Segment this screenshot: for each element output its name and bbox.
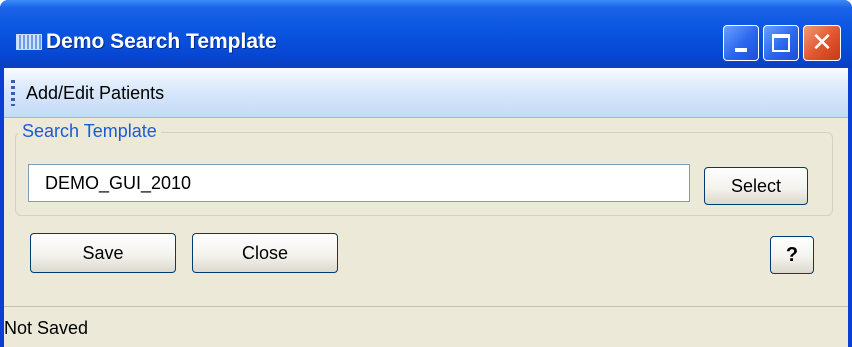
- maximize-icon: [772, 34, 790, 52]
- close-button[interactable]: Close: [192, 233, 338, 273]
- close-window-button[interactable]: ✕: [803, 25, 841, 61]
- save-button[interactable]: Save: [30, 233, 176, 273]
- search-template-label: Search Template: [18, 121, 161, 142]
- minimize-button[interactable]: [723, 25, 759, 61]
- search-template-input[interactable]: [28, 164, 690, 202]
- toolbar-grip-icon[interactable]: [11, 80, 15, 106]
- select-button[interactable]: Select: [704, 167, 808, 205]
- menu-item-add-edit-patients[interactable]: Add/Edit Patients: [26, 83, 164, 104]
- menu-bar: Add/Edit Patients: [4, 68, 848, 118]
- close-icon: ✕: [811, 28, 833, 58]
- help-button[interactable]: ?: [770, 236, 814, 274]
- title-bar[interactable]: Demo Search Template ✕: [0, 0, 852, 68]
- app-grid-icon: [16, 34, 42, 50]
- maximize-button[interactable]: [763, 25, 799, 61]
- minimize-icon: [735, 48, 747, 52]
- status-bar: Not Saved: [4, 306, 848, 347]
- client-area: Add/Edit Patients Search Template Select…: [4, 68, 848, 347]
- status-text: Not Saved: [4, 318, 89, 338]
- application-window: Demo Search Template ✕ Add/Edit Patients…: [0, 0, 852, 347]
- window-title: Demo Search Template: [46, 30, 277, 53]
